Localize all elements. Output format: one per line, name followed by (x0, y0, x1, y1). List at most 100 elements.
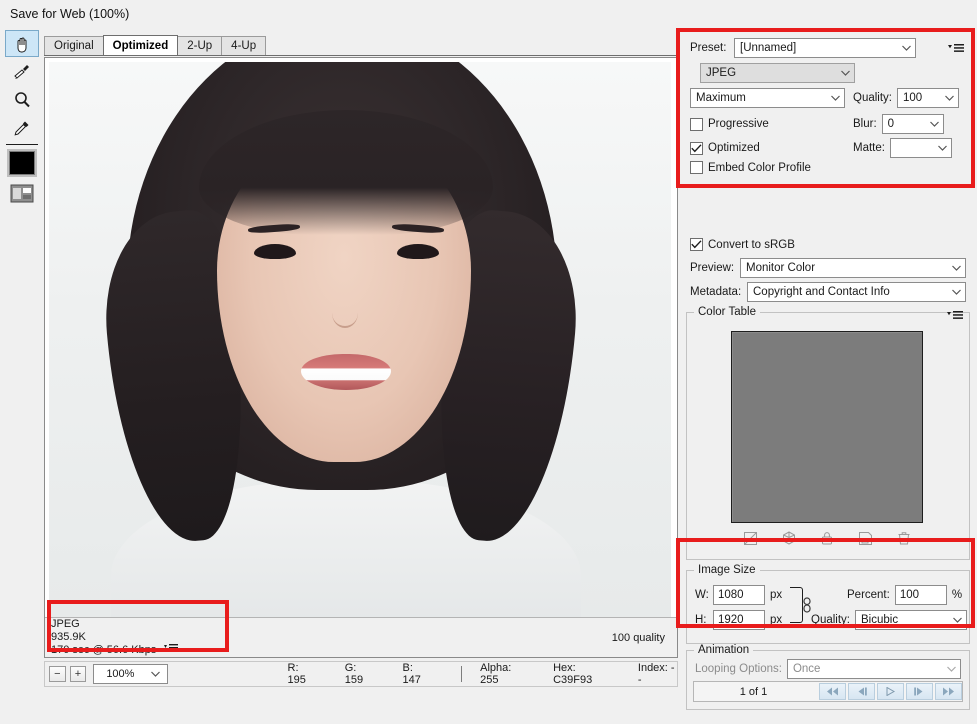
dialog-footer: Preview... ? AiAutoTool.com Save... Rese… (0, 690, 977, 724)
preview-pane: Original Optimized 2-Up 4-Up JPEG 935.9K… (44, 35, 678, 658)
preset-select[interactable]: [Unnamed] (734, 38, 916, 58)
percent-input[interactable]: 100 (894, 585, 947, 605)
hand-icon (17, 37, 27, 52)
embed-color-profile-label: Embed Color Profile (708, 161, 811, 174)
save-for-web-dialog: Save for Web (100%) Original Optimized 2… (0, 0, 977, 724)
chevron-down-icon (948, 283, 965, 301)
embed-profile-row: Embed Color Profile (690, 161, 966, 174)
looping-options-value: Once (792, 663, 821, 675)
metadata-label: Metadata: (690, 286, 742, 298)
blur-label: Blur: (853, 118, 877, 130)
eyedropper-icon (14, 121, 29, 136)
blur-field[interactable]: 0 (881, 114, 944, 134)
readout-alpha-label: Alpha: (480, 662, 512, 674)
tab-2up[interactable]: 2-Up (177, 36, 223, 55)
tab-original[interactable]: Original (44, 36, 104, 55)
quality-label: Quality: (853, 92, 892, 104)
new-color-icon[interactable] (856, 530, 874, 546)
percent-value: 100 (899, 589, 920, 601)
color-table-flyout-menu-icon[interactable] (945, 308, 963, 322)
compression-quality-value: Maximum (696, 92, 746, 104)
readout-g-label: G: (344, 662, 357, 674)
rgb-readout-group: R: 195 G: 159 B: 147 (288, 662, 434, 686)
file-format-select[interactable]: JPEG (700, 63, 855, 83)
chevron-down-icon (898, 39, 915, 57)
convert-to-srgb-checkbox[interactable]: Convert to sRGB (690, 238, 795, 251)
preview-color-select[interactable]: Monitor Color (740, 258, 966, 278)
width-label: W: (695, 589, 709, 601)
slice-select-tool[interactable] (5, 58, 39, 85)
download-rate-flyout-icon[interactable] (164, 643, 179, 657)
lock-color-icon[interactable] (818, 530, 836, 546)
window-title: Save for Web (100%) (10, 7, 130, 21)
checkbox-box (690, 117, 703, 131)
resample-quality-select[interactable]: Bicubic (855, 610, 967, 630)
matte-select[interactable] (889, 138, 952, 158)
photo-nose (332, 298, 358, 328)
optimized-row: Optimized Matte: (690, 138, 966, 158)
zoom-tool[interactable] (5, 86, 39, 113)
optimization-status-strip: JPEG 935.9K 170 sec @ 56.6 Kbps 100 qual… (45, 617, 677, 657)
percent-label: Percent: (847, 589, 890, 601)
embed-color-profile-checkbox[interactable]: Embed Color Profile (690, 161, 966, 174)
compression-quality-select[interactable]: Maximum (690, 88, 845, 108)
eyedropper-tool[interactable] (5, 114, 39, 141)
hand-tool[interactable] (5, 30, 39, 57)
image-size-panel: Image Size W: 1080 px H: 1920 px Percent… (686, 564, 970, 644)
settings-flyout-menu-icon[interactable] (946, 41, 964, 55)
file-format-row: JPEG (700, 63, 855, 83)
alpha-readout-group: Alpha: 255 Hex: C39F93 Index: -- (480, 662, 677, 686)
optimized-image-preview (49, 62, 671, 619)
zoom-in-button[interactable]: + (69, 666, 87, 682)
window-titlebar: Save for Web (100%) (0, 0, 977, 28)
metadata-row: Metadata: Copyright and Contact Info (690, 282, 966, 302)
readout-index-label: Index: (637, 662, 668, 674)
preset-label: Preset: (690, 42, 727, 54)
height-input[interactable]: 1920 (713, 610, 765, 630)
zoom-level-select[interactable]: 100% (93, 664, 168, 684)
foreground-color-swatch[interactable] (7, 149, 37, 177)
chevron-down-icon (941, 89, 958, 107)
resample-quality-value: Bicubic (861, 614, 899, 626)
tab-optimized[interactable]: Optimized (102, 35, 179, 55)
readout-g-value: 159 (344, 674, 364, 686)
file-info: JPEG 935.9K 170 sec @ 56.6 Kbps (51, 618, 179, 657)
width-unit: px (770, 589, 783, 601)
color-table-swatches[interactable] (731, 331, 923, 523)
file-format-value: JPEG (706, 67, 737, 79)
readout-hex-label: Hex: (553, 662, 576, 674)
chevron-down-icon (837, 64, 854, 82)
optimized-label: Optimized (708, 142, 760, 154)
progressive-checkbox[interactable]: Progressive (690, 117, 853, 131)
progressive-label: Progressive (708, 118, 769, 130)
toggle-slices-icon (10, 184, 34, 203)
photo-mouth (301, 354, 391, 390)
width-input[interactable]: 1080 (713, 585, 765, 605)
preview-canvas[interactable]: JPEG 935.9K 170 sec @ 56.6 Kbps 100 qual… (44, 57, 678, 658)
quality-value-field[interactable]: 100 (897, 88, 959, 108)
delete-color-icon[interactable] (895, 530, 913, 546)
quality-row: Maximum Quality: 100 (690, 88, 966, 108)
map-to-web-palette-icon[interactable] (780, 530, 798, 546)
photo-eye-right (397, 244, 439, 259)
percent-unit: % (951, 589, 963, 601)
toolbox-divider (6, 144, 38, 145)
map-to-transparency-icon[interactable] (741, 530, 759, 546)
optimized-checkbox[interactable]: Optimized (690, 141, 853, 155)
tab-4up[interactable]: 4-Up (221, 36, 267, 55)
toolbox (2, 30, 42, 203)
readout-b-value: 147 (402, 674, 421, 686)
metadata-select[interactable]: Copyright and Contact Info (747, 282, 966, 302)
quality-readout: 100 quality (611, 631, 665, 644)
preview-tabstrip: Original Optimized 2-Up 4-Up (44, 35, 678, 56)
preview-color-value: Monitor Color (746, 262, 816, 274)
toggle-slices-button[interactable] (5, 180, 39, 207)
checkbox-box (690, 238, 703, 251)
photo-eye-left (254, 244, 296, 259)
preset-value: [Unnamed] (740, 42, 797, 54)
readout-r-label: R: (287, 662, 299, 674)
height-value: 1920 (718, 614, 744, 626)
readout-alpha-value: 255 (480, 674, 499, 686)
convert-to-srgb-label: Convert to sRGB (708, 238, 795, 251)
zoom-out-button[interactable]: − (49, 666, 66, 682)
